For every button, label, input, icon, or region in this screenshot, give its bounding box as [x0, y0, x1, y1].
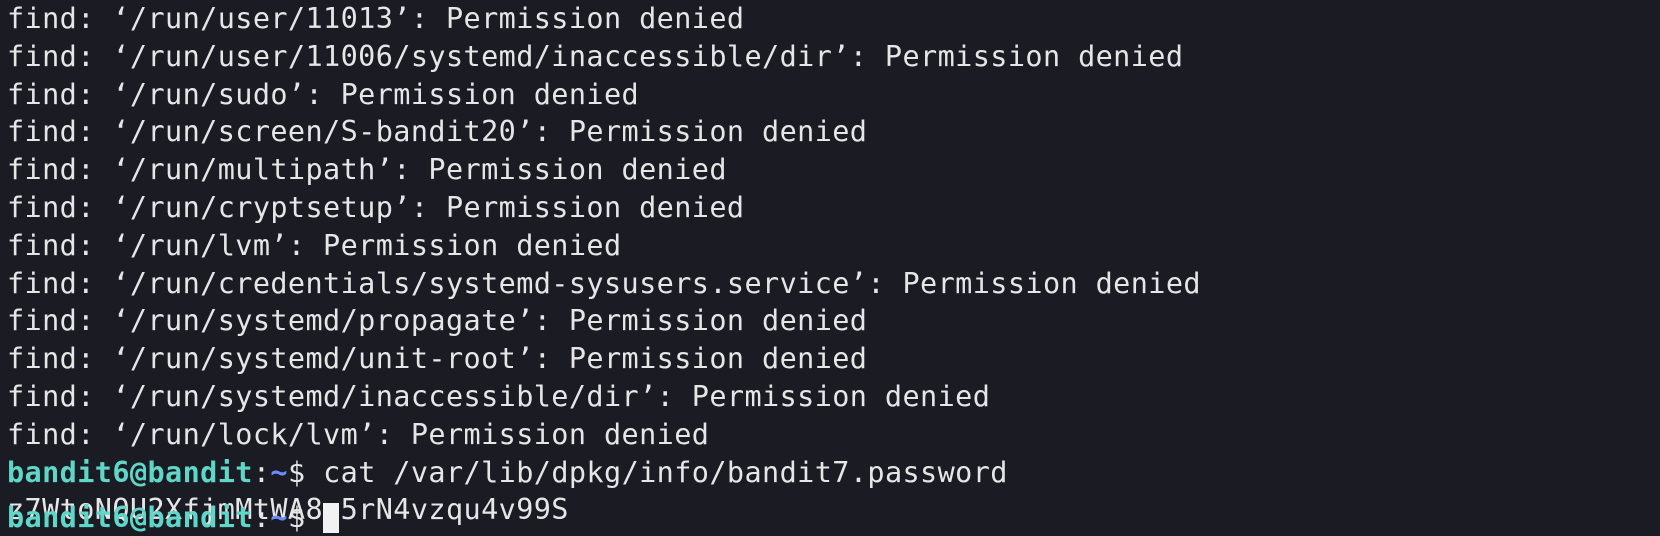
prompt-symbol: $ [287, 501, 306, 534]
output-line: find: ‘/run/systemd/unit-root’: Permissi… [7, 342, 868, 376]
output-line: find: ‘/run/cryptsetup’: Permission deni… [7, 190, 745, 224]
terminal-window[interactable]: find: ‘/run/user/11013’: Permission deni… [0, 0, 1660, 536]
active-prompt-line[interactable]: bandit6@bandit:~$ [7, 499, 340, 536]
prompt-user-host: bandit6@bandit [7, 501, 253, 534]
output-line: find: ‘/run/user/11006/systemd/inaccessi… [7, 39, 1184, 73]
terminal-output: find: ‘/run/user/11013’: Permission deni… [7, 0, 1201, 529]
output-line: find: ‘/run/lvm’: Permission denied [7, 228, 622, 262]
prompt-separator: : [252, 455, 271, 489]
output-line: find: ‘/run/systemd/propagate’: Permissi… [7, 304, 868, 338]
command-text: cat /var/lib/dpkg/info/bandit7.password [305, 455, 1008, 489]
output-line: find: ‘/run/lock/lvm’: Permission denied [7, 417, 710, 451]
output-line: find: ‘/run/multipath’: Permission denie… [7, 153, 727, 187]
prompt-path: ~ [270, 501, 288, 534]
text-cursor[interactable] [323, 503, 340, 533]
prompt-path: ~ [270, 455, 288, 489]
output-line: find: ‘/run/credentials/systemd-sysusers… [7, 266, 1201, 300]
prompt-separator: : [252, 501, 271, 534]
output-line: find: ‘/run/screen/S-bandit20’: Permissi… [7, 115, 868, 149]
command-prompt-line: bandit6@bandit:~$ cat /var/lib/dpkg/info… [7, 454, 1201, 492]
output-line: find: ‘/run/sudo’: Permission denied [7, 77, 640, 111]
output-line: find: ‘/run/user/11013’: Permission deni… [7, 2, 745, 35]
prompt-user-host: bandit6@bandit [7, 455, 253, 489]
prompt-symbol: $ [287, 455, 306, 489]
output-line: find: ‘/run/systemd/inaccessible/dir’: P… [7, 379, 991, 413]
